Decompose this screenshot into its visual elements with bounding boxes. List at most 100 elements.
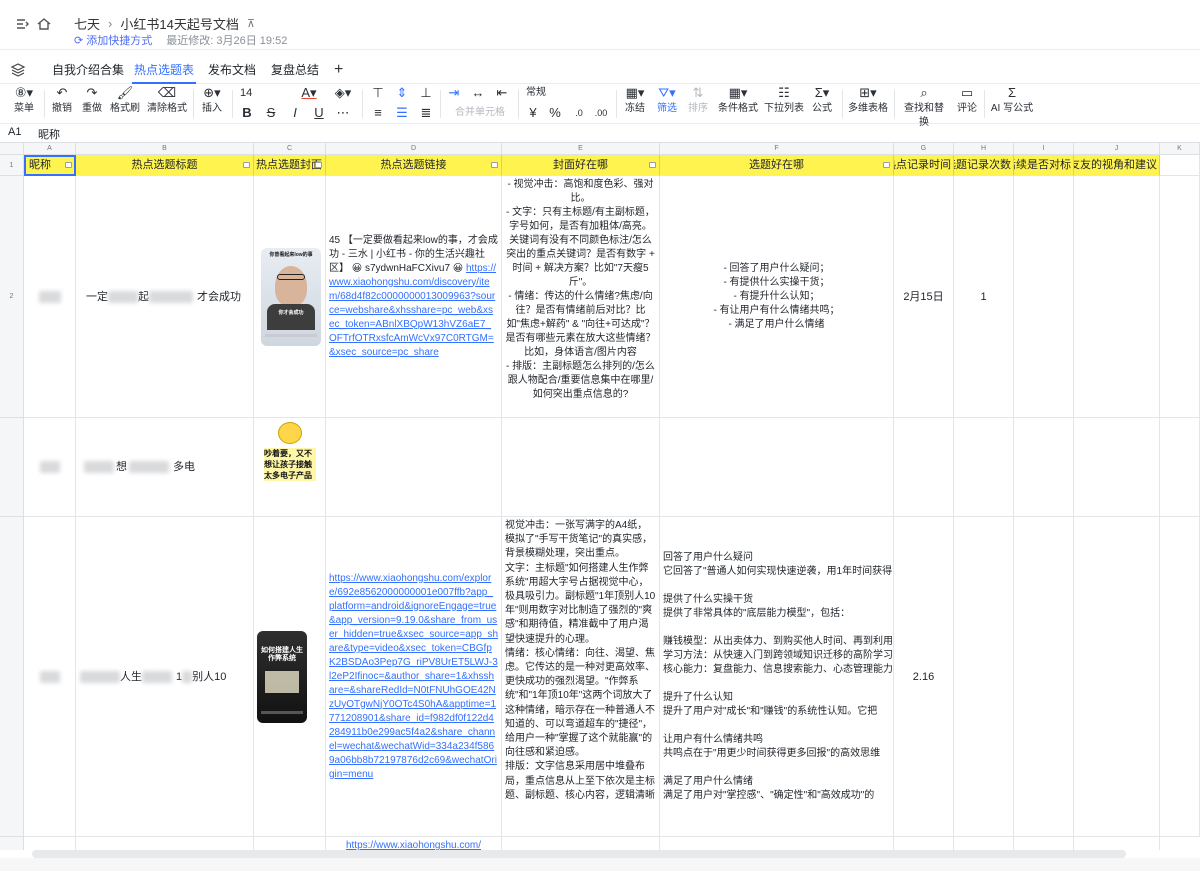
add-shortcut-link[interactable]: ⟳ 添加快捷方式: [74, 32, 152, 48]
clear-format-button[interactable]: ⌫ 清除格式: [147, 84, 187, 116]
peer-advice-cell[interactable]: [1074, 176, 1160, 418]
record-count-cell[interactable]: [954, 837, 1014, 850]
topic-link[interactable]: https://www.xiaohongshu.com/: [346, 840, 481, 850]
tab-publish-doc[interactable]: 发布文档: [206, 58, 258, 84]
column-header-d[interactable]: D: [326, 143, 502, 155]
header-nickname[interactable]: 昵称: [24, 155, 76, 176]
tab-hot-topics[interactable]: 热点选题表: [132, 58, 197, 84]
find-replace-button[interactable]: ⌕ 查找和替换: [900, 84, 948, 128]
cover-strength-cell[interactable]: - 视觉冲击：高饱和度色彩、强对比。 - 文字：只有主标题/有主副标题，字号如何…: [502, 176, 660, 418]
benchmark-cell[interactable]: [1014, 418, 1074, 517]
bold-button[interactable]: B: [240, 104, 254, 122]
topic-cover-cell[interactable]: 吵着要，又不想让孩子接触太多电子产品: [254, 418, 326, 517]
header-topic-cover[interactable]: 热点选题封面: [254, 155, 326, 176]
sort-button[interactable]: ⇅ 排序: [687, 84, 709, 116]
ai-formula-button[interactable]: Σ AI 写公式: [990, 84, 1034, 116]
horizontal-scrollbar[interactable]: [32, 850, 1126, 858]
add-sheet-icon[interactable]: +: [332, 58, 345, 84]
peer-advice-cell[interactable]: [1074, 837, 1160, 850]
nickname-cell[interactable]: [24, 176, 76, 418]
row-header-2[interactable]: 2: [0, 176, 24, 418]
record-count-cell[interactable]: [954, 418, 1014, 517]
row-header-4[interactable]: [0, 517, 24, 837]
empty-cell[interactable]: [1160, 176, 1200, 418]
fit-width-button[interactable]: ↔: [470, 84, 486, 102]
comment-button[interactable]: ▭ 评论: [955, 84, 979, 116]
column-header-f[interactable]: F: [660, 143, 894, 155]
empty-cell[interactable]: [1160, 155, 1200, 176]
pin-icon[interactable]: ⊼: [247, 17, 255, 30]
topic-strength-cell[interactable]: - 回答了用户什么疑问； - 有提供什么实操干货； - 有提升什么认知； - 有…: [660, 176, 894, 418]
cover-strength-cell[interactable]: 视觉冲击：一张写满字的A4纸，模拟了"手写干货笔记"的真实感，背景模糊处理，突出…: [502, 517, 660, 837]
header-record-time[interactable]: 热点记录时间: [894, 155, 954, 176]
font-size-select[interactable]: 14: [240, 84, 290, 102]
topic-strength-cell[interactable]: [660, 418, 894, 517]
layers-icon[interactable]: [10, 62, 26, 78]
benchmark-cell[interactable]: [1014, 176, 1074, 418]
topic-link-cell[interactable]: [326, 418, 502, 517]
redo-button[interactable]: ↷ 重做: [80, 84, 104, 116]
sidebar-toggle-icon[interactable]: [12, 14, 32, 34]
topic-strength-cell[interactable]: 回答了用户什么疑问 它回答了"普通人如何实现快速逆袭，用1年时间获得 提供了什么…: [660, 517, 894, 837]
record-time-cell[interactable]: [894, 837, 954, 850]
topic-cover-cell[interactable]: [254, 837, 326, 850]
column-header-g[interactable]: G: [894, 143, 954, 155]
record-count-cell[interactable]: 1: [954, 176, 1014, 418]
header-topic-title[interactable]: 热点选题标题: [76, 155, 254, 176]
underline-button[interactable]: U: [312, 104, 326, 122]
topic-title-cell[interactable]: 想 多电: [76, 418, 254, 517]
dropdown-list-button[interactable]: ☷ 下拉列表: [764, 84, 804, 116]
more-font-icon[interactable]: ⋯: [336, 104, 350, 122]
tab-review-summary[interactable]: 复盘总结: [269, 58, 321, 84]
topic-strength-cell[interactable]: [660, 837, 894, 850]
topic-link[interactable]: https://www.xiaohongshu.com/discovery/it…: [329, 263, 496, 358]
benchmark-cell[interactable]: [1014, 517, 1074, 837]
topic-title-cell[interactable]: [76, 837, 254, 850]
column-header-k[interactable]: K: [1160, 143, 1200, 155]
filter-icon[interactable]: [65, 162, 72, 168]
column-header-j[interactable]: J: [1074, 143, 1160, 155]
record-time-cell[interactable]: 2.16: [894, 517, 954, 837]
header-peer-advice[interactable]: 其他友友的视角和建议: [1074, 155, 1160, 176]
topic-link-cell[interactable]: https://www.xiaohongshu.com/: [326, 837, 502, 850]
overflow-button[interactable]: ⇤: [494, 84, 510, 102]
fill-color-button[interactable]: ◈▾: [334, 84, 352, 102]
currency-button[interactable]: ¥: [526, 104, 540, 122]
row-header-3[interactable]: [0, 418, 24, 517]
select-all-corner[interactable]: [0, 143, 24, 155]
freeze-button[interactable]: ▦▾ 冻结: [622, 84, 648, 116]
filter-icon[interactable]: [315, 162, 322, 168]
align-middle-button[interactable]: ⇕: [394, 84, 410, 102]
column-header-a[interactable]: A: [24, 143, 76, 155]
align-bottom-button[interactable]: ⊥: [418, 84, 434, 102]
sticker-thumbnail[interactable]: 吵着要，又不想让孩子接触太多电子产品: [262, 420, 318, 512]
align-left-button[interactable]: ≡: [370, 104, 386, 122]
undo-button[interactable]: ↶ 撤销: [50, 84, 74, 116]
tab-self-intro[interactable]: 自我介绍合集: [50, 58, 126, 84]
filter-button[interactable]: ⛛▾ 筛选: [655, 84, 679, 116]
merge-cells-button[interactable]: 合并单元格: [448, 104, 512, 122]
document-title[interactable]: 小红书14天起号文档: [120, 14, 238, 33]
empty-cell[interactable]: [1160, 418, 1200, 517]
number-format-select[interactable]: 常规: [526, 84, 606, 102]
column-header-i[interactable]: I: [1014, 143, 1074, 155]
align-center-button[interactable]: ☰: [394, 104, 410, 122]
cover-strength-cell[interactable]: [502, 837, 660, 850]
header-benchmark[interactable]: 后续是否对标: [1014, 155, 1074, 176]
cover-strength-cell[interactable]: [502, 418, 660, 517]
decimal-increase-button[interactable]: .0: [570, 104, 588, 122]
column-header-b[interactable]: B: [76, 143, 254, 155]
menu-button[interactable]: ⑧▾ 菜单: [8, 84, 40, 116]
filter-icon[interactable]: [649, 162, 656, 168]
percent-button[interactable]: %: [548, 104, 562, 122]
italic-button[interactable]: I: [288, 104, 302, 122]
cover-thumbnail[interactable]: 如何搭建人生作弊系统: [257, 631, 307, 723]
benchmark-cell[interactable]: [1014, 837, 1074, 850]
column-header-c[interactable]: C: [254, 143, 326, 155]
row-header-5[interactable]: [0, 837, 24, 850]
conditional-format-button[interactable]: ▦▾ 条件格式: [718, 84, 758, 116]
formula-input[interactable]: 昵称: [38, 126, 60, 142]
home-icon[interactable]: [34, 14, 54, 34]
filter-icon[interactable]: [243, 162, 250, 168]
header-topic-strength[interactable]: 选题好在哪: [660, 155, 894, 176]
